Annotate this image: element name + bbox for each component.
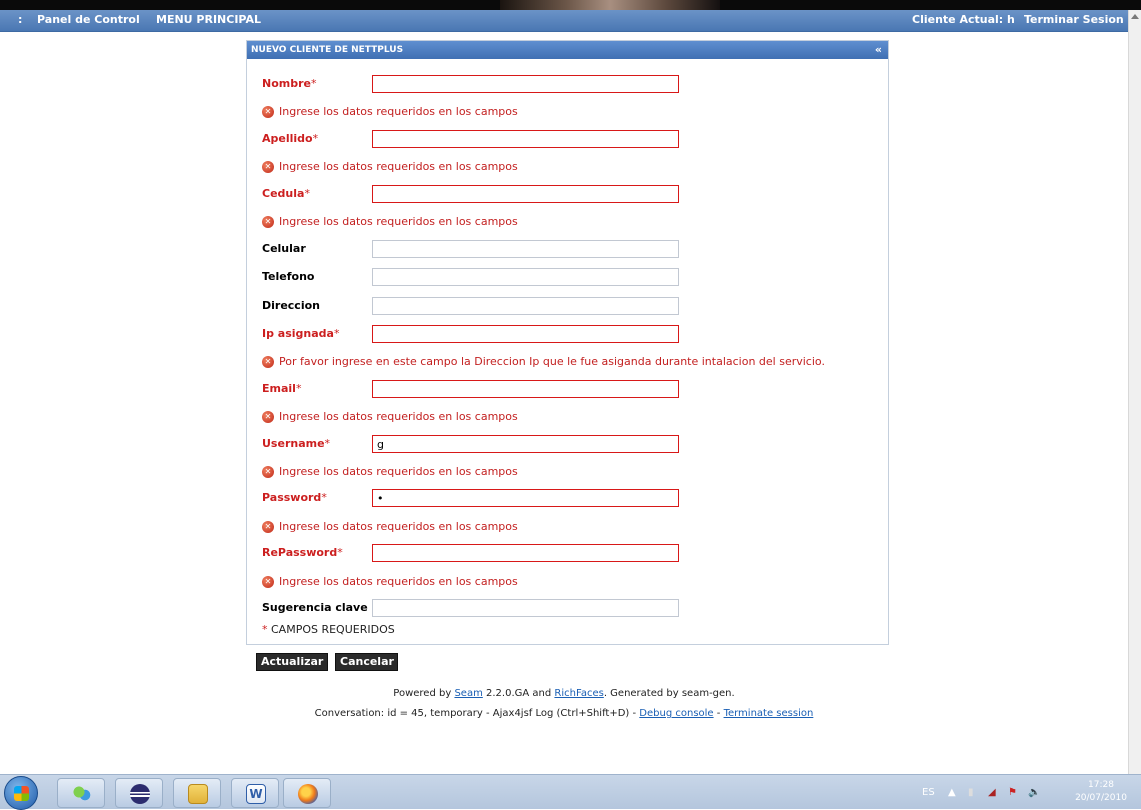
update-button[interactable]: Actualizar	[256, 653, 328, 671]
apellido-label: Apellido*	[262, 132, 319, 145]
cancel-button[interactable]: Cancelar	[335, 653, 398, 671]
telefono-label: Telefono	[262, 270, 315, 283]
email-error: ✕ Ingrese los datos requeridos en los cam…	[262, 410, 518, 423]
language-indicator[interactable]: ES	[922, 787, 935, 798]
action-center-icon[interactable]: ⚑	[1008, 787, 1017, 798]
panel-header: NUEVO CLIENTE DE NETTPLUS «	[247, 41, 888, 59]
direccion-label: Direccion	[262, 299, 320, 312]
top-banner-strip	[0, 0, 1141, 10]
apellido-input[interactable]	[372, 130, 679, 148]
network-icon[interactable]: ◢	[988, 787, 996, 798]
seam-link[interactable]: Seam	[454, 688, 482, 699]
error-icon: ✕	[262, 355, 274, 368]
repassword-error: ✕ Ingrese los datos requeridos en los cam…	[262, 575, 518, 588]
volume-icon[interactable]: 🔈	[1028, 787, 1040, 798]
sugerencia-label: Sugerencia clave	[262, 601, 368, 614]
telefono-input[interactable]	[372, 268, 679, 286]
vertical-scrollbar[interactable]	[1128, 10, 1141, 774]
messenger-icon	[72, 784, 92, 804]
windows-flag-icon	[14, 786, 29, 801]
celular-label: Celular	[262, 242, 306, 255]
password-error: ✕ Ingrese los datos requeridos en los cam…	[262, 520, 518, 533]
error-icon: ✕	[262, 410, 274, 423]
show-hidden-icons-icon[interactable]: ▲	[948, 787, 956, 798]
menu-main-menu[interactable]: MENU PRINCIPAL	[156, 13, 261, 26]
explorer-button[interactable]	[173, 778, 221, 808]
folder-icon	[188, 784, 208, 804]
apellido-error: ✕ Ingrese los datos requeridos en los cam…	[262, 160, 518, 173]
scroll-up-arrow-icon[interactable]	[1131, 14, 1139, 19]
firefox-icon	[298, 784, 318, 804]
powered-by-line: Powered by Seam 2.2.0.GA and RichFaces. …	[393, 688, 735, 699]
celular-input[interactable]	[372, 240, 679, 258]
username-input[interactable]	[372, 435, 679, 453]
email-input[interactable]	[372, 380, 679, 398]
error-icon: ✕	[262, 215, 274, 228]
menu-separator: :	[18, 13, 23, 26]
error-icon: ✕	[262, 465, 274, 478]
cedula-error: ✕ Ingrese los datos requeridos en los cam…	[262, 215, 518, 228]
firefox-button[interactable]	[283, 778, 331, 808]
ip-input[interactable]	[372, 325, 679, 343]
word-icon: W	[246, 784, 266, 804]
cedula-label: Cedula*	[262, 187, 310, 200]
terminate-session-link[interactable]: Terminate session	[724, 708, 814, 719]
clock[interactable]: 17:28 20/07/2010	[1066, 779, 1136, 805]
collapse-icon[interactable]: «	[875, 41, 882, 59]
panel-title: NUEVO CLIENTE DE NETTPLUS	[251, 45, 404, 55]
nombre-input[interactable]	[372, 75, 679, 93]
taskbar: W ES ▲ ▮ ◢ ⚑ 🔈 17:28 20/07/2010	[0, 774, 1141, 810]
clock-time: 17:28	[1088, 780, 1114, 790]
username-error: ✕ Ingrese los datos requeridos en los cam…	[262, 465, 518, 478]
nombre-label: Nombre*	[262, 77, 317, 90]
repassword-input[interactable]	[372, 544, 679, 562]
current-client-label: Cliente Actual: h	[912, 13, 1015, 26]
menu-panel-control[interactable]: Panel de Control	[37, 13, 140, 26]
conversation-line: Conversation: id = 45, temporary - Ajax4…	[314, 708, 814, 719]
menu-bar: : Panel de Control MENU PRINCIPAL Client…	[0, 10, 1128, 32]
direccion-input[interactable]	[372, 297, 679, 315]
ip-label: Ip asignada*	[262, 327, 340, 340]
error-icon: ✕	[262, 105, 274, 118]
password-input[interactable]	[372, 489, 679, 507]
nombre-error: ✕ Ingrese los datos requeridos en los cam…	[262, 105, 518, 118]
ip-error: ✕ Por favor ingrese en este campo la Dire…	[262, 355, 825, 368]
required-fields-note: * CAMPOS REQUERIDOS	[262, 623, 395, 636]
sugerencia-input[interactable]	[372, 599, 679, 617]
error-icon: ✕	[262, 575, 274, 588]
messenger-button[interactable]	[57, 778, 105, 808]
end-session-link[interactable]: Terminar Sesion	[1024, 13, 1124, 26]
error-icon: ✕	[262, 520, 274, 533]
password-label: Password*	[262, 491, 327, 504]
repassword-label: RePassword*	[262, 546, 343, 559]
clock-date: 20/07/2010	[1075, 793, 1127, 803]
banner-photo	[500, 0, 720, 10]
start-orb-icon[interactable]	[4, 776, 38, 810]
word-button[interactable]: W	[231, 778, 279, 808]
device-icon[interactable]: ▮	[968, 787, 974, 798]
email-label: Email*	[262, 382, 302, 395]
richfaces-link[interactable]: RichFaces	[554, 688, 603, 699]
error-icon: ✕	[262, 160, 274, 173]
cedula-input[interactable]	[372, 185, 679, 203]
username-label: Username*	[262, 437, 331, 450]
debug-console-link[interactable]: Debug console	[639, 708, 713, 719]
eclipse-icon	[130, 784, 150, 804]
eclipse-button[interactable]	[115, 778, 163, 808]
